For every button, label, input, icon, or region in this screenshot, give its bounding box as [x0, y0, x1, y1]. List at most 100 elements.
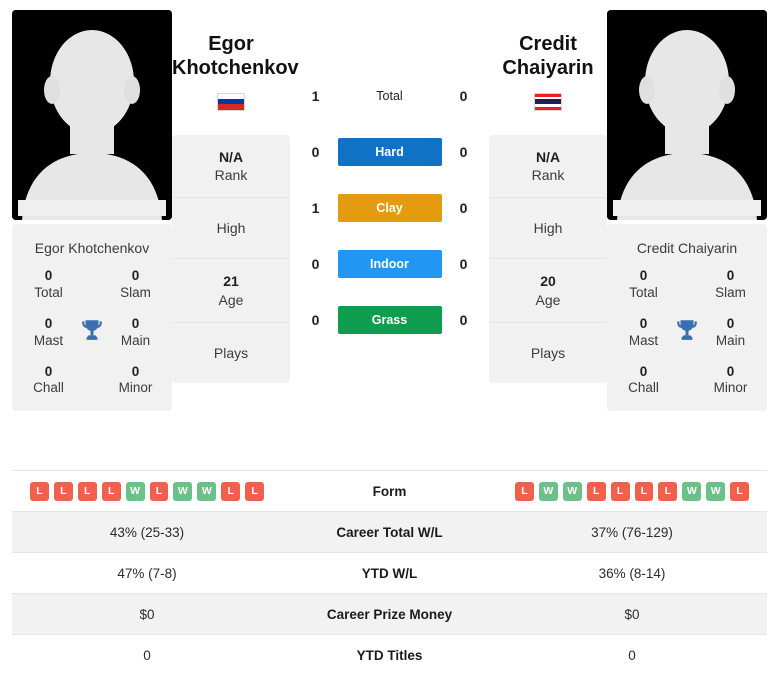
right-title-minor: 0 Minor: [714, 364, 748, 398]
form-badge-loss: L: [53, 481, 73, 501]
h2h-right-score: 0: [459, 312, 468, 328]
right-title-chall: 0 Chall: [628, 364, 659, 398]
left-player-first-name: Egor: [208, 33, 254, 55]
stat-label-form: Form: [372, 483, 407, 499]
left-rank-label: Rank: [214, 166, 248, 183]
left-player-last-name: Khotchenkov: [172, 57, 299, 80]
right-title-main: 0 Main: [716, 316, 745, 350]
label: Main: [120, 332, 151, 348]
left-player-name-small: Egor Khotchenkov: [34, 240, 150, 256]
left-player-avatar: [12, 10, 172, 220]
right-player-first-name: Credit: [519, 33, 577, 55]
value: 0: [639, 315, 648, 331]
left-player-flag: [217, 92, 245, 111]
label: Minor: [118, 380, 153, 396]
form-badge-loss: L: [30, 481, 49, 501]
left-form-strip: LLLLWLWWLL: [30, 481, 265, 501]
form-badge-loss: L: [77, 481, 97, 501]
h2h-row-hard: 0 Hard 0: [290, 124, 489, 180]
h2h-surface-badge-hard[interactable]: Hard: [337, 138, 442, 166]
form-badge-loss: L: [730, 481, 750, 501]
table-row-career-prize-money: $0 Career Prize Money $0: [12, 593, 767, 635]
table-row-form: LLLLWLWWLL Form LWWLLLLWWL: [12, 470, 767, 512]
form-badge-win: W: [125, 481, 145, 501]
left-high-label: High: [216, 220, 246, 237]
left-title-total: 0 Total: [34, 268, 63, 302]
value: 0: [44, 268, 53, 283]
right-high-label: High: [533, 220, 563, 237]
label: Total: [34, 284, 63, 300]
right-age-box: 20 Age: [489, 259, 607, 323]
left-rank-box: N/A Rank: [172, 134, 290, 199]
right-player-rank-stack: N/A Rank High 20 Age Plays: [489, 134, 607, 383]
h2h-left-score: 1: [311, 200, 320, 216]
right-player-avatar: [607, 10, 767, 220]
right-player-column: Credit Chaiyarin 0 Total 0 Slam 0 Mast 0…: [607, 10, 767, 412]
right-player-last-name: Chaiyarin: [502, 57, 594, 80]
right-player-flag: [534, 92, 562, 111]
left-career-prize-money: $0: [12, 593, 282, 635]
table-row-career-total-wl: 43% (25-33) Career Total W/L 37% (76-129…: [12, 511, 767, 553]
left-ytd-wl: 47% (7-8): [117, 565, 177, 581]
right-player-info-column: Credit Chaiyarin N/A Rank High 20 Age Pl…: [489, 10, 607, 383]
value: 0: [726, 315, 735, 331]
h2h-left-score: 0: [311, 144, 320, 160]
form-badge-win: W: [173, 481, 193, 501]
h2h-surface-label: Total: [376, 89, 403, 103]
avatar-placeholder-icon: [607, 10, 767, 220]
right-ytd-titles: 0: [628, 647, 636, 663]
comparison-stats-table: LLLLWLWWLL Form LWWLLLLWWL 43% (25-33) C…: [12, 470, 767, 676]
stat-label-ytd-titles: YTD Titles: [356, 647, 423, 663]
h2h-row-indoor: 0 Indoor 0: [290, 236, 489, 292]
stat-label-career-total-wl: Career Total W/L: [282, 511, 497, 553]
left-title-slam: 0 Slam: [120, 268, 151, 302]
right-rank-value: N/A: [535, 148, 561, 165]
right-plays-label: Plays: [530, 344, 566, 361]
left-title-main: 0 Main: [121, 316, 150, 350]
right-player-name-small: Credit Chaiyarin: [636, 240, 738, 256]
right-player-name: Credit Chaiyarin: [489, 32, 607, 81]
right-rank-box: N/A Rank: [489, 134, 607, 199]
left-age-value: 21: [223, 273, 239, 290]
trophy-icon-svg: [82, 320, 102, 340]
h2h-right-score: 0: [459, 144, 468, 160]
label: Mast: [33, 332, 64, 348]
trophy-icon: [79, 317, 105, 348]
form-badge-loss: L: [245, 481, 265, 501]
right-rank-label: Rank: [531, 166, 565, 183]
h2h-row-clay: 1 Clay 0: [290, 180, 489, 236]
head-to-head-panel: 1 Total 0 0 Hard 0 1 Clay 0 0 Indoor 0 0: [290, 10, 489, 348]
left-rank-value: N/A: [218, 148, 244, 165]
table-row-ytd-wl: 47% (7-8) YTD W/L 36% (8-14): [12, 552, 767, 594]
left-player-rank-stack: N/A Rank High 21 Age Plays: [172, 134, 290, 383]
right-titles-grid: 0 Total 0 Slam 0 Mast 0 Main 0 Chall 0 M…: [613, 268, 761, 397]
h2h-left-score: 0: [311, 312, 320, 328]
form-badge-win: W: [682, 481, 702, 501]
label: Chall: [628, 380, 659, 396]
value: 0: [131, 363, 140, 379]
left-form-cell: LLLLWLWWLL: [12, 471, 282, 512]
form-badge-win: W: [706, 481, 726, 501]
h2h-row-grass: 0 Grass 0: [290, 292, 489, 348]
left-player-titles-card: Egor Khotchenkov 0 Total 0 Slam 0 Mast 0…: [12, 224, 172, 412]
value: 0: [639, 268, 648, 283]
value: 0: [639, 363, 648, 379]
left-plays-label: Plays: [213, 344, 249, 361]
h2h-right-score: 0: [459, 88, 468, 104]
left-titles-grid: 0 Total 0 Slam 0 Mast 0 Main 0 Chall 0 M…: [18, 268, 166, 397]
h2h-surface-badge-grass[interactable]: Grass: [337, 306, 442, 334]
form-badge-loss: L: [221, 481, 241, 501]
stat-label-career-prize-money: Career Prize Money: [282, 593, 497, 635]
h2h-surface-badge-indoor[interactable]: Indoor: [337, 250, 442, 278]
left-title-minor: 0 Minor: [119, 364, 153, 398]
value: 0: [131, 268, 140, 283]
value: 0: [726, 268, 735, 283]
form-badge-loss: L: [610, 481, 630, 501]
h2h-surface-badge-clay[interactable]: Clay: [337, 194, 442, 222]
form-badge-loss: L: [515, 481, 534, 501]
right-title-total: 0 Total: [629, 268, 658, 302]
left-title-mast: 0 Mast: [34, 316, 63, 350]
left-career-total-wl: 43% (25-33): [12, 511, 282, 553]
h2h-left-score: 1: [311, 88, 320, 104]
right-career-total-wl: 37% (76-129): [497, 511, 767, 553]
